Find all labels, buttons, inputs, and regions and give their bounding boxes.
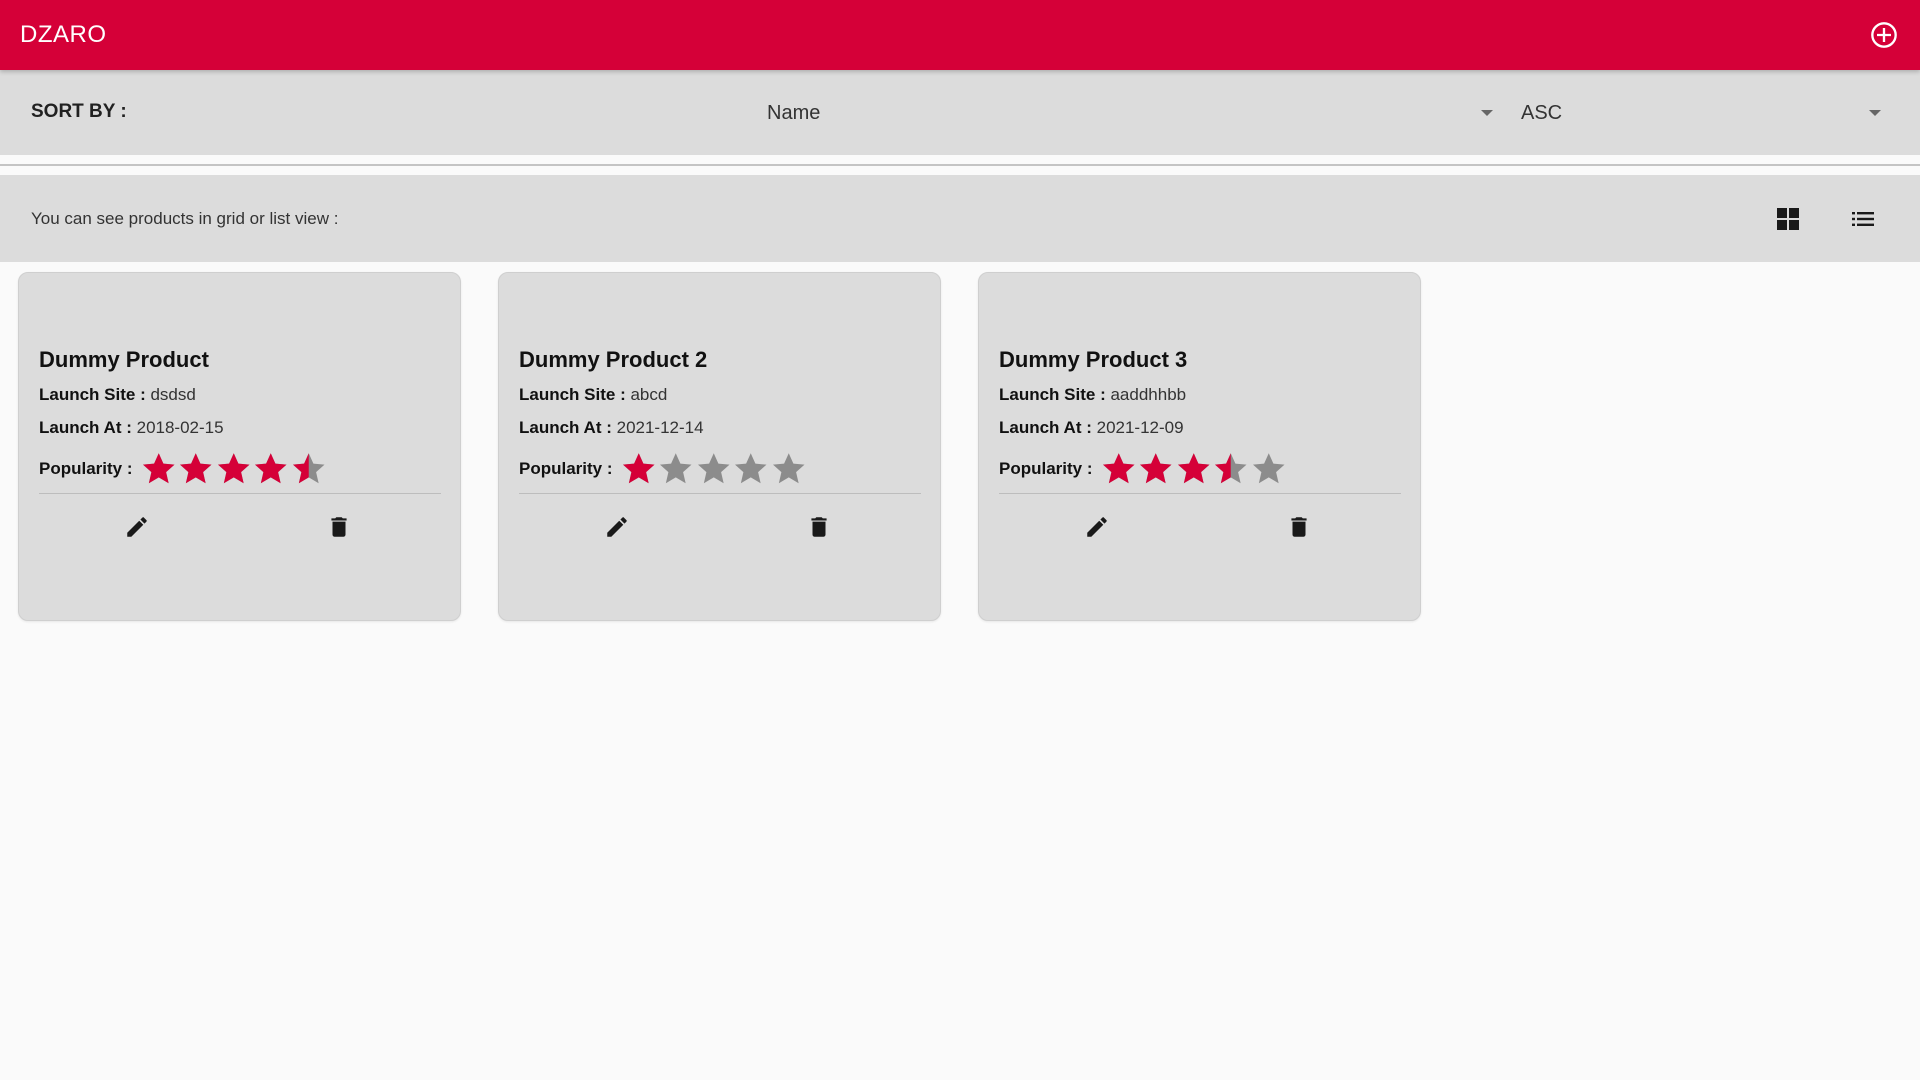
star-icon <box>217 453 250 484</box>
popularity-label: Popularity : <box>39 459 133 478</box>
edit-button[interactable] <box>119 509 155 545</box>
launch-site-row: Launch Site : abcd <box>519 385 667 405</box>
list-view-button[interactable] <box>1843 199 1883 239</box>
star-icon <box>1102 453 1135 484</box>
add-circle-outline-icon <box>1871 22 1897 48</box>
popularity-rating <box>620 451 808 487</box>
app-bar: DZARO <box>0 0 1920 70</box>
sort-bar: SORT BY : Name ASC <box>0 70 1920 155</box>
launch-site-row: Launch Site : dsdsd <box>39 385 196 405</box>
launch-site-label: Launch Site : <box>39 385 146 404</box>
delete-button[interactable] <box>321 509 357 545</box>
card-divider <box>39 493 441 494</box>
star-icon <box>697 453 730 484</box>
launch-site-row: Launch Site : aaddhhbb <box>999 385 1186 405</box>
list-view-icon <box>1852 212 1874 226</box>
section-divider <box>0 164 1920 166</box>
sort-field-select[interactable]: Name <box>767 90 1495 136</box>
launch-at-row: Launch At : 2018-02-15 <box>39 418 224 438</box>
product-card: Dummy Product 2 Launch Site : abcd Launc… <box>498 272 941 621</box>
add-product-button[interactable] <box>1868 19 1900 51</box>
launch-at-label: Launch At : <box>519 418 612 437</box>
launch-at-value: 2021-12-09 <box>1096 418 1184 437</box>
chevron-down-icon <box>1869 110 1881 116</box>
launch-site-value: abcd <box>630 385 668 404</box>
card-divider <box>999 493 1401 494</box>
launch-site-label: Launch Site : <box>999 385 1106 404</box>
popularity-row: Popularity : <box>39 451 327 487</box>
popularity-rating <box>1100 451 1288 487</box>
pencil-icon <box>127 517 147 537</box>
view-toggle-bar: You can see products in grid or list vie… <box>0 175 1920 262</box>
star-icon <box>255 453 287 484</box>
popularity-row: Popularity : <box>999 451 1287 487</box>
launch-at-label: Launch At : <box>39 418 132 437</box>
delete-button[interactable] <box>801 509 837 545</box>
grid-view-button[interactable] <box>1768 199 1808 239</box>
popularity-label: Popularity : <box>999 459 1093 478</box>
star-icon <box>292 453 325 484</box>
popularity-rating <box>140 451 328 487</box>
trash-icon <box>331 517 347 537</box>
product-card: Dummy Product 3 Launch Site : aaddhhbb L… <box>978 272 1421 621</box>
launch-at-row: Launch At : 2021-12-14 <box>519 418 704 438</box>
star-icon <box>142 453 175 484</box>
star-icon <box>735 453 767 484</box>
launch-site-value: aaddhhbb <box>1110 385 1187 404</box>
edit-button[interactable] <box>1079 509 1115 545</box>
trash-icon <box>1291 517 1307 537</box>
star-icon <box>1215 453 1247 484</box>
pencil-icon <box>607 517 627 537</box>
star-icon <box>180 453 212 484</box>
launch-site-label: Launch Site : <box>519 385 626 404</box>
star-icon <box>772 453 805 484</box>
card-divider <box>519 493 921 494</box>
popularity-label: Popularity : <box>519 459 613 478</box>
view-hint-text: You can see products in grid or list vie… <box>31 209 339 228</box>
sort-order-select[interactable]: ASC <box>1521 90 1883 136</box>
star-icon <box>622 453 655 484</box>
launch-at-value: 2021-12-14 <box>616 418 704 437</box>
launch-at-value: 2018-02-15 <box>136 418 224 437</box>
product-card: Dummy Product Launch Site : dsdsd Launch… <box>18 272 461 621</box>
trash-icon <box>811 517 827 537</box>
sort-order-value: ASC <box>1521 101 1563 124</box>
launch-at-label: Launch At : <box>999 418 1092 437</box>
pencil-icon <box>1087 517 1107 537</box>
star-icon <box>1252 453 1285 484</box>
edit-button[interactable] <box>599 509 635 545</box>
sort-field-value: Name <box>767 101 821 124</box>
star-icon <box>1140 453 1172 484</box>
star-icon <box>1177 453 1210 484</box>
chevron-down-icon <box>1481 110 1493 116</box>
product-name: Dummy Product 3 <box>999 347 1188 372</box>
grid-view-icon <box>1777 208 1799 230</box>
popularity-row: Popularity : <box>519 451 807 487</box>
product-name: Dummy Product <box>39 347 209 372</box>
launch-at-row: Launch At : 2021-12-09 <box>999 418 1184 438</box>
star-icon <box>660 453 692 484</box>
launch-site-value: dsdsd <box>150 385 196 404</box>
product-name: Dummy Product 2 <box>519 347 708 372</box>
sort-by-label: SORT BY : <box>31 101 127 122</box>
app-brand: DZARO <box>20 21 107 48</box>
delete-button[interactable] <box>1281 509 1317 545</box>
